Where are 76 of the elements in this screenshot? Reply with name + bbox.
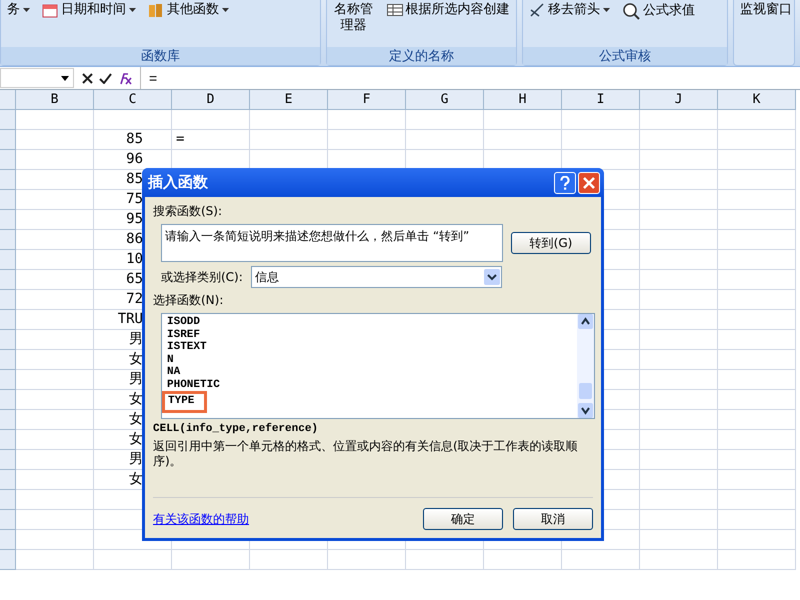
row-header [0, 490, 16, 510]
row-header [0, 190, 16, 210]
magnifier-icon [622, 2, 640, 20]
scrollbar[interactable] [577, 314, 594, 418]
row-header [0, 130, 16, 150]
close-icon [583, 176, 595, 188]
row-header [0, 390, 16, 410]
ribbon-command[interactable]: 根据所选内容创建 [386, 2, 510, 18]
row-header [0, 430, 16, 450]
row-header [0, 350, 16, 370]
row-header [0, 230, 16, 250]
arrows-icon [529, 2, 546, 18]
group-label: 公式审核 [523, 47, 727, 65]
caret-icon [61, 76, 69, 80]
caret-icon [222, 8, 229, 12]
column-header[interactable]: I [562, 90, 640, 110]
ribbon-command[interactable]: 移去箭头 [529, 2, 610, 18]
scroll-up-icon[interactable] [578, 314, 593, 329]
row-header [0, 550, 16, 570]
cancel-button[interactable]: 取消 [513, 508, 593, 530]
ribbon-command[interactable]: 其他函数 [148, 2, 229, 18]
column-header[interactable]: G [406, 90, 484, 110]
ok-button[interactable]: 确定 [423, 508, 503, 530]
ribbon-command[interactable]: 公式求值 [622, 2, 696, 20]
column-header[interactable]: J [640, 90, 718, 110]
group-label: 函数库 [1, 47, 320, 65]
group-label: 定义的名称 [326, 47, 516, 65]
books-icon [148, 2, 164, 18]
row-header [0, 310, 16, 330]
row-header [0, 370, 16, 390]
column-header[interactable]: F [328, 90, 406, 110]
calendar-icon [42, 2, 58, 18]
scroll-thumb[interactable] [579, 383, 592, 399]
ribbon-command[interactable]: 务 [7, 2, 30, 18]
caret-icon [129, 8, 136, 12]
column-header[interactable]: B [16, 90, 94, 110]
table-cell: 85 [94, 130, 172, 150]
function-icon[interactable] [118, 72, 132, 84]
row-header [0, 330, 16, 350]
help-link[interactable]: 有关该函数的帮助 [153, 510, 413, 528]
caret-icon [603, 8, 610, 12]
column-header[interactable]: C [94, 90, 172, 110]
close-button[interactable] [578, 172, 600, 194]
scroll-down-icon[interactable] [578, 403, 593, 418]
search-field[interactable]: 请输入一条简短说明来描述您想做什么，然后单击 “转到” [161, 224, 503, 262]
column-header[interactable]: E [250, 90, 328, 110]
ribbon-command[interactable]: 监视窗口 [740, 2, 792, 18]
caret-icon [23, 8, 30, 12]
check-icon[interactable] [99, 72, 112, 84]
row-header [0, 170, 16, 190]
ribbon-command[interactable]: 日期和时间 [42, 2, 136, 18]
row-header [0, 450, 16, 470]
category-dropdown[interactable]: 信息 [250, 266, 502, 288]
cancel-icon[interactable] [82, 72, 93, 84]
row-header [0, 530, 16, 550]
ribbon-command[interactable]: 名称管理器 [332, 2, 375, 34]
function-item[interactable]: N [166, 354, 175, 366]
question-mark-icon [560, 176, 570, 190]
row-header [0, 510, 16, 530]
table-icon [386, 4, 403, 16]
row-header [0, 150, 16, 170]
row-header [0, 250, 16, 270]
row-header [0, 410, 16, 430]
column-header[interactable]: K [718, 90, 796, 110]
help-button[interactable] [554, 172, 576, 194]
row-header [0, 290, 16, 310]
table-cell: = [172, 130, 250, 150]
row-header [0, 110, 16, 130]
corner-header [0, 90, 16, 110]
column-header[interactable]: H [484, 90, 562, 110]
row-header [0, 270, 16, 290]
function-item[interactable]: TYPE [162, 391, 208, 412]
row-header [0, 210, 16, 230]
column-header[interactable]: D [172, 90, 250, 110]
go-button[interactable]: 转到(G) [511, 232, 591, 254]
row-header [0, 470, 16, 490]
